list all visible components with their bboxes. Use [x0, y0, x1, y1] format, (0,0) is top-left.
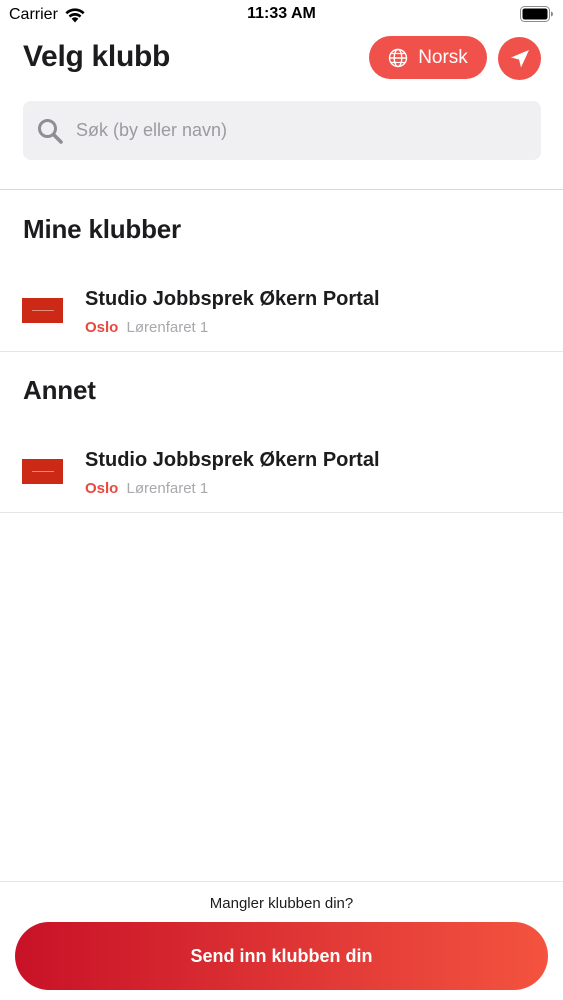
- locate-me-button[interactable]: [498, 37, 541, 80]
- club-logo: [22, 459, 63, 484]
- club-meta: Oslo Lørenfaret 1: [85, 480, 208, 497]
- header-divider: [0, 189, 563, 190]
- club-logo: [22, 298, 63, 323]
- status-time: 11:33 AM: [247, 5, 316, 22]
- club-city: Oslo: [85, 480, 119, 497]
- status-bar: Carrier 11:33 AM: [0, 0, 563, 30]
- club-picker-screen: Carrier 11:33 AM Velg klubb Norsk Søk (b…: [0, 0, 563, 1000]
- club-name: Studio Jobbsprek Økern Portal: [85, 449, 380, 471]
- language-label: Norsk: [418, 46, 468, 68]
- battery-icon: [520, 6, 553, 22]
- search-icon: [38, 118, 63, 144]
- club-address: Lørenfaret 1: [126, 480, 209, 497]
- club-city: Oslo: [85, 319, 119, 336]
- club-address: Lørenfaret 1: [126, 319, 209, 336]
- section-title-other: Annet: [23, 375, 96, 405]
- search-input[interactable]: [76, 120, 496, 141]
- footer-divider: [0, 881, 563, 882]
- page-title: Velg klubb: [23, 40, 171, 73]
- club-meta: Oslo Lørenfaret 1: [85, 319, 208, 336]
- language-button[interactable]: Norsk: [369, 36, 487, 79]
- submit-club-button[interactable]: Send inn klubben din: [15, 922, 548, 990]
- row-divider: [0, 351, 563, 352]
- row-divider: [0, 512, 563, 513]
- section-title-my-clubs: Mine klubber: [23, 214, 181, 244]
- globe-icon: [388, 48, 408, 67]
- missing-club-text: Mangler klubben din?: [209, 895, 354, 912]
- club-name: Studio Jobbsprek Økern Portal: [85, 288, 380, 310]
- location-arrow-icon: [510, 49, 529, 67]
- club-row[interactable]: Studio Jobbsprek Økern Portal Oslo Løren…: [0, 433, 563, 511]
- search-box[interactable]: [23, 101, 541, 160]
- club-row[interactable]: Studio Jobbsprek Økern Portal Oslo Løren…: [0, 272, 563, 350]
